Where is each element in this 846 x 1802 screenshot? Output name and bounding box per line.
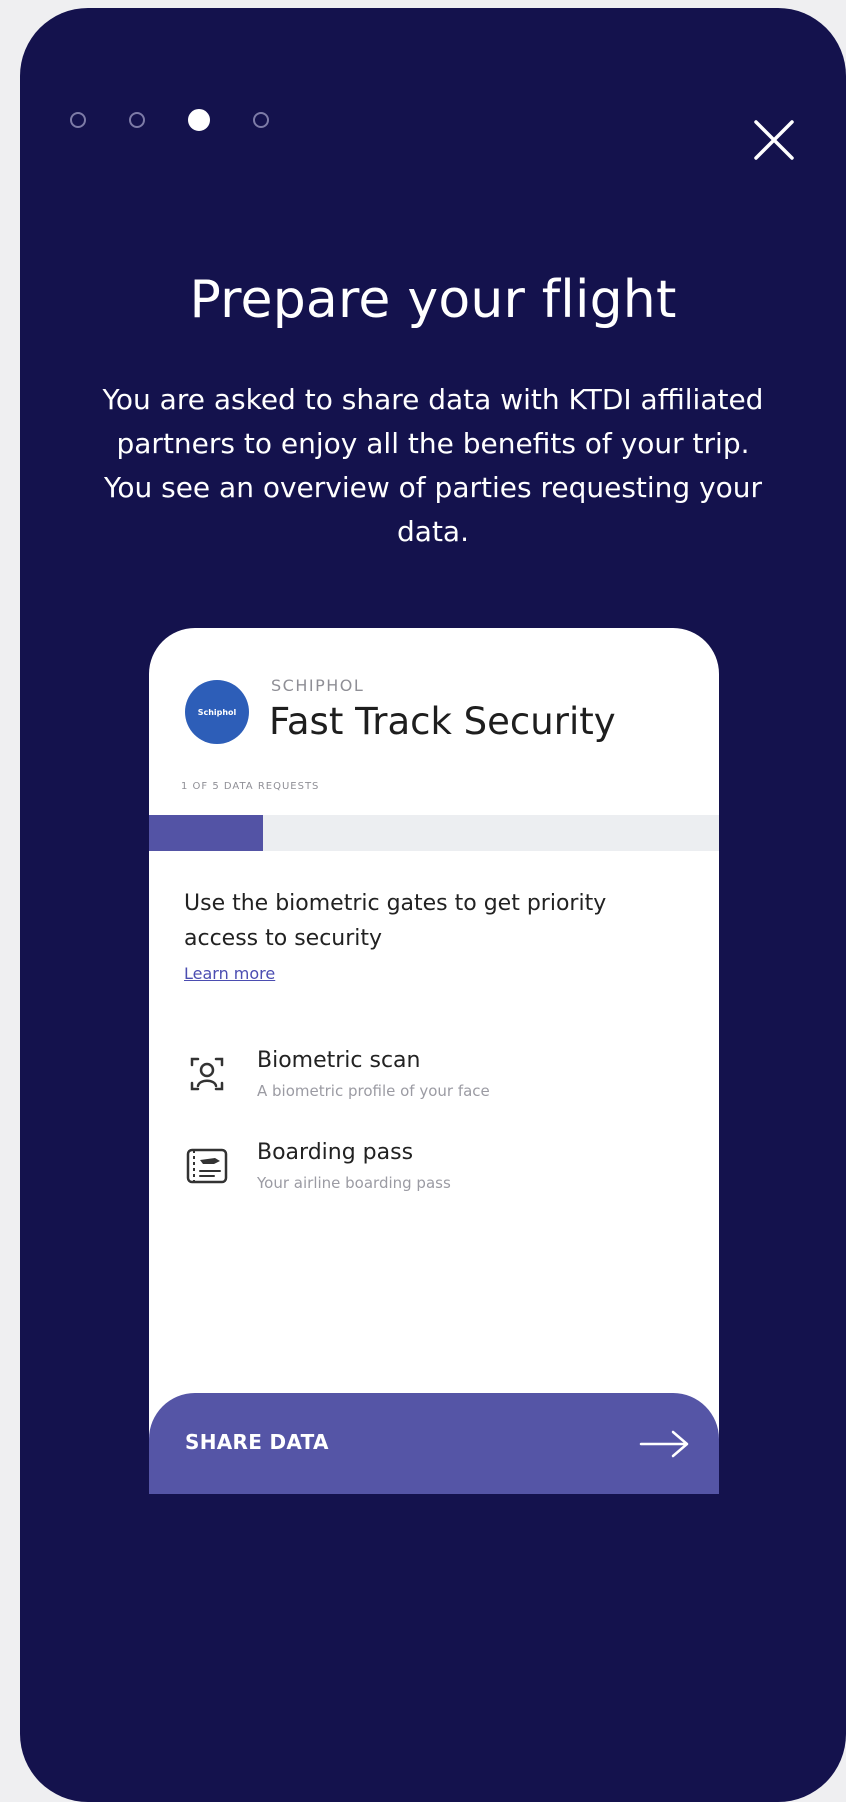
arrow-right-icon	[639, 1430, 689, 1458]
biometric-scan-subtitle: A biometric profile of your face	[257, 1082, 490, 1100]
boarding-pass-title: Boarding pass	[257, 1140, 414, 1165]
logo-text: Schiphol	[197, 707, 237, 717]
share-data-button[interactable]: SHARE DATA	[149, 1393, 719, 1494]
pagination-dots	[70, 109, 269, 131]
biometric-scan-title: Biometric scan	[257, 1048, 421, 1073]
onboarding-screen: Prepare your flight You are asked to sha…	[20, 8, 846, 1802]
progress-fill	[149, 815, 263, 851]
boarding-pass-subtitle: Your airline boarding pass	[257, 1174, 451, 1192]
service-title: Fast Track Security	[269, 700, 616, 743]
biometric-scan-item: Biometric scan A biometric profile of yo…	[185, 1048, 685, 1108]
face-scan-icon	[190, 1057, 224, 1091]
pagination-dot[interactable]	[129, 112, 145, 128]
close-icon[interactable]	[752, 118, 796, 162]
request-counter: 1 OF 5 DATA REQUESTS	[181, 781, 320, 792]
pagination-dot[interactable]	[253, 112, 269, 128]
share-data-label: SHARE DATA	[185, 1430, 329, 1454]
boarding-pass-icon	[186, 1148, 228, 1184]
provider-name: SCHIPHOL	[271, 676, 365, 695]
boarding-pass-item: Boarding pass Your airline boarding pass	[185, 1140, 685, 1200]
learn-more-link[interactable]: Learn more	[184, 964, 275, 983]
request-description: Use the biometric gates to get priority …	[184, 891, 607, 951]
data-request-card: Schiphol SCHIPHOL Fast Track Security 1 …	[149, 628, 719, 1494]
pagination-dot[interactable]	[70, 112, 86, 128]
page-subtitle: You are asked to share data with KTDI af…	[102, 383, 764, 548]
request-progress-bar	[149, 815, 719, 851]
schiphol-logo: Schiphol	[185, 680, 249, 744]
pagination-dot-active[interactable]	[188, 109, 210, 131]
page-title: Prepare your flight	[189, 270, 677, 330]
